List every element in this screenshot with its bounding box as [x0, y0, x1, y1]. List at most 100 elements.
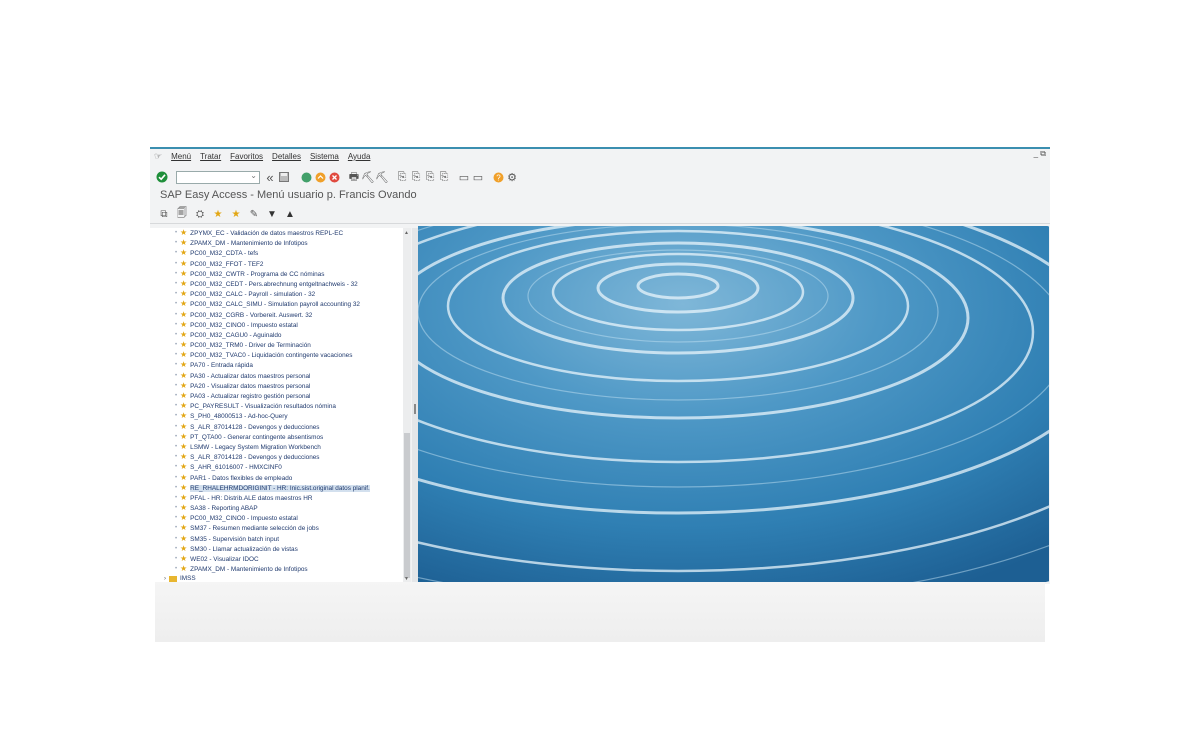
menu-item-ayuda[interactable]: Ayuda	[348, 152, 371, 161]
favorite-star-icon: ★	[180, 228, 188, 237]
favorite-star-icon: ★	[180, 503, 188, 513]
menu-item-favoritos[interactable]: Favoritos	[230, 152, 263, 161]
system-menu-icon[interactable]: ☞	[154, 151, 162, 162]
sap-menu-icon[interactable]: 🗐	[176, 207, 188, 221]
command-field[interactable]: ⌄	[176, 170, 260, 184]
collapse-triangle-icon[interactable]: ▲	[284, 207, 296, 221]
tree-scrollbar[interactable]: ▲ ▼	[403, 228, 411, 584]
expand-triangle-icon[interactable]: ▼	[266, 207, 278, 221]
tree-item-label: ZPYMX_EC - Validación de datos maestros …	[190, 230, 344, 237]
find-icon[interactable]: ⛏	[361, 170, 375, 184]
print-icon[interactable]: 🖶	[348, 170, 360, 184]
tree-item[interactable]: • ★ PC00_M32_CINO0 - Impuesto estatal	[150, 513, 403, 523]
add-favorite-icon[interactable]: ★	[212, 207, 224, 221]
shortcut-icon[interactable]: ▭	[472, 170, 484, 184]
find-next-icon[interactable]: ⛏	[375, 170, 389, 184]
menu-item-tratar[interactable]: Tratar	[200, 152, 221, 161]
tree-item[interactable]: • ★ S_PH0_48000513 - Ad-hoc-Query	[150, 411, 403, 421]
save-icon[interactable]	[278, 170, 290, 184]
tree-item[interactable]: • ★ S_AHR_61016007 - HMXCINF0	[150, 462, 403, 472]
tree-item[interactable]: • ★ PC00_M32_TVAC0 - Liquidación contingen…	[150, 350, 403, 360]
tree-item[interactable]: • ★ SM30 - Llamar actualización de vistas	[150, 544, 403, 554]
new-session-icon[interactable]: ▭	[458, 170, 470, 184]
tree-item[interactable]: • ★ PA30 - Actualizar datos maestros perso…	[150, 371, 403, 381]
tree-item[interactable]: • ★ PA70 - Entrada rápida	[150, 360, 403, 370]
tree-item-label: PA03 - Actualizar registro gestión perso…	[190, 393, 311, 400]
tree-bullet: •	[175, 566, 178, 573]
chevron-down-icon[interactable]: ⌄	[250, 171, 257, 180]
tree-item[interactable]: • ★ PC00_M32_CDTA - tefs	[150, 248, 403, 258]
next-page-icon[interactable]: ⎘	[424, 170, 436, 184]
tree-item[interactable]: • ★ PA20 - Visualizar datos maestros perso…	[150, 381, 403, 391]
favorite-star-icon: ★	[180, 523, 188, 533]
tree-bullet: •	[175, 505, 178, 512]
tree-item-label: PC00_M32_TVAC0 - Liquidación contingente…	[190, 352, 353, 360]
tree-item[interactable]: • ★ PT_QTA00 - Generar contingente absenti…	[150, 432, 403, 442]
tree-bullet: •	[175, 545, 178, 552]
tree-bullet: •	[175, 240, 178, 247]
tree-item[interactable]: • ★ PC_PAYRESULT - Visualización resultado…	[150, 401, 403, 411]
tree-item[interactable]: • ★ PC00_M32_CGRB - Vorbereit. Auswert. 32	[150, 310, 403, 320]
tree-item[interactable]: • ★ SM37 - Resumen mediante selección de j…	[150, 523, 403, 533]
tree-item[interactable]: • ★ PA03 - Actualizar registro gestión per…	[150, 391, 403, 401]
tree-item-label: SM35 - Supervisión batch input	[190, 535, 279, 543]
tree-item[interactable]: • ★ PC00_M32_FFOT - TEF2	[150, 259, 403, 269]
first-page-icon[interactable]: ⎘	[396, 170, 408, 184]
splitter-grip[interactable]	[414, 404, 416, 414]
tree-item[interactable]: • ★ WE02 - Visualizar IDOC	[150, 554, 403, 564]
tree-item[interactable]: • ★ PC00_M32_CALC - Payroll - simulation -…	[150, 289, 403, 299]
cancel-circle-icon[interactable]	[328, 170, 340, 184]
tree-item-label: PC00_M32_CEDT - Pers.abrechnung entgeltn…	[190, 280, 358, 288]
tree-item[interactable]: • ★ ZPYMX_EC - Validación de datos maestro…	[150, 228, 403, 238]
last-page-icon[interactable]: ⎘	[438, 170, 450, 184]
svg-text:?: ?	[496, 173, 501, 182]
window-controls[interactable]: _ ⧉	[1034, 149, 1046, 159]
other-menu-icon[interactable]: ⧉	[158, 207, 170, 221]
tree-bullet: •	[175, 556, 178, 562]
edit-pencil-icon[interactable]: ✎	[248, 207, 260, 221]
scroll-up-icon[interactable]: ▲	[404, 230, 409, 236]
tree-item[interactable]: • ★ LSMW - Legacy System Migration Workben…	[150, 442, 403, 452]
tree-bullet: •	[175, 525, 178, 532]
tree-item[interactable]: • ★ ZPAMX_DM - Mantenimiento de Infotipos	[150, 238, 403, 248]
favorite-star-icon: ★	[180, 340, 188, 350]
menu-item-sistema[interactable]: Sistema	[310, 152, 339, 161]
menu-item-detalles[interactable]: Detalles	[272, 152, 301, 161]
settings-gear-icon[interactable]: ⚙	[506, 170, 518, 184]
menu-item-menu[interactable]: Menú	[171, 152, 191, 161]
previous-page-icon[interactable]: ⎘	[410, 170, 422, 184]
delete-favorite-icon[interactable]: ★	[230, 207, 242, 221]
tree-item[interactable]: • ★ PC00_M32_CWTR - Programa de CC nóminas	[150, 269, 403, 279]
tree-item[interactable]: • ★ PC00_M32_CAGU0 - Aguinaldo	[150, 330, 403, 340]
tree-item[interactable]: • ★ PAR1 - Datos flexibles de empleado	[150, 473, 403, 483]
tree-item[interactable]: • ★ S_ALR_87014128 - Devengos y deduccione…	[150, 452, 403, 462]
tree-bullet: •	[175, 464, 178, 471]
tree-item[interactable]: • ★ ZPAMX_DM - Mantenimiento de Infotipos	[150, 564, 403, 574]
tree-item[interactable]: • ★ PC00_M32_CINO0 - Impuesto estatal	[150, 320, 403, 330]
tree-item-label: PC00_M32_CALC - Payroll - simulation - 3…	[190, 291, 316, 299]
tree-bullet: •	[175, 311, 178, 318]
tree-item[interactable]: • ★ SA38 - Reporting ABAP	[150, 503, 403, 513]
tree-item[interactable]: • ★ PC00_M32_CEDT - Pers.abrechnung entgel…	[150, 279, 403, 289]
double-left-icon[interactable]: «	[264, 170, 276, 185]
back-circle-icon[interactable]	[300, 170, 312, 184]
favorites-tree[interactable]: • ★ ZPYMX_EC - Validación de datos maestro…	[150, 228, 404, 584]
tree-item[interactable]: • ★ PC00_M32_TRM0 - Driver de Terminación	[150, 340, 403, 350]
user-menu-icon[interactable]: ⛭	[194, 207, 206, 221]
tree-item-label: LSMW - Legacy System Migration Workbench	[190, 443, 321, 451]
tree-item[interactable]: • ★ PFAL - HR: Distrib.ALE datos maestros …	[150, 493, 403, 503]
tree-item[interactable]: • ★ PC00_M32_CALC_SIMU - Simulation payrol…	[150, 299, 403, 309]
tree-bullet: •	[175, 260, 178, 267]
tree-item[interactable]: • ★ SM35 - Supervisión batch input	[150, 534, 403, 544]
check-circle-icon[interactable]	[156, 170, 168, 184]
scroll-thumb[interactable]	[404, 433, 410, 578]
tree-item-label: PT_QTA00 - Generar contingente absentism…	[190, 433, 324, 441]
tree-bullet: •	[175, 280, 178, 287]
tree-item[interactable]: • ★ S_ALR_87014128 - Devengos y deduccione…	[150, 422, 403, 432]
favorite-star-icon: ★	[180, 472, 188, 482]
tree-item-label: PC00_M32_FFOT - TEF2	[190, 260, 264, 268]
exit-circle-icon[interactable]	[314, 170, 326, 184]
help-icon[interactable]: ?	[492, 170, 504, 184]
tree-item[interactable]: • ★ RE_RHALEHRMDORIGINIT - HR: Inic.sist.o…	[150, 483, 403, 493]
tree-bullet: •	[175, 423, 178, 430]
